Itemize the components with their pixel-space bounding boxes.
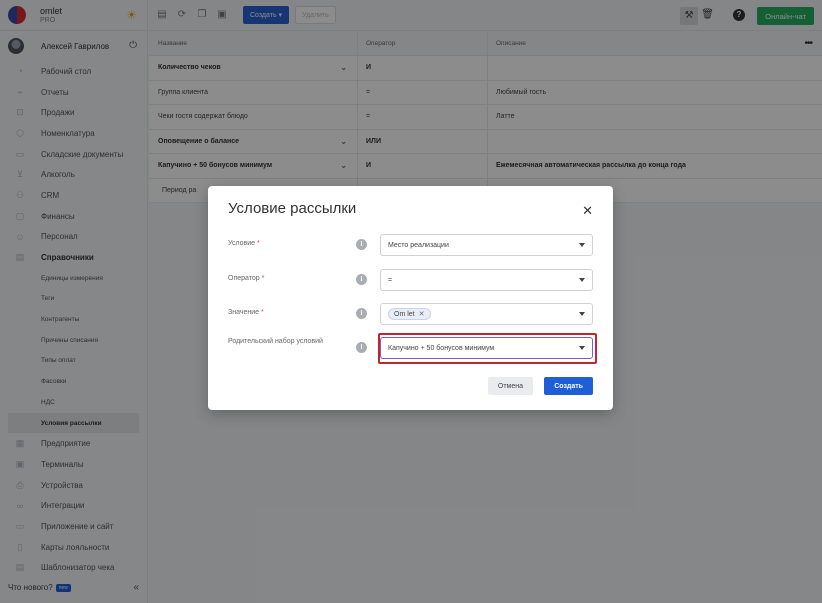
chevron-down-icon [579,278,585,282]
remove-chip-icon[interactable]: ✕ [419,310,425,318]
cancel-button[interactable]: Отмена [487,377,533,395]
chevron-down-icon [579,243,585,247]
info-icon[interactable]: i [356,274,367,285]
condition-select[interactable]: Место реализации [380,234,593,256]
field-operator: Оператор * i = [228,269,593,291]
value-chip-label: Om let [394,310,415,318]
chevron-down-icon [579,312,585,316]
info-icon[interactable]: i [356,308,367,319]
info-icon[interactable]: i [356,342,367,353]
operator-select-value: = [388,276,393,284]
field-value: Значение * i Om let ✕ [228,303,593,325]
field-value-label: Значение * [228,309,264,316]
focus-highlight [378,333,597,364]
info-icon[interactable]: i [356,239,367,250]
value-chip: Om let ✕ [388,308,431,320]
field-condition-label: Условие * [228,240,260,247]
field-condition: Условие * i Место реализации [228,234,593,256]
create-submit-button[interactable]: Создать [544,377,593,395]
condition-modal: Условие рассылки ✕ Условие * i Место реа… [208,186,613,410]
modal-title: Условие рассылки [228,200,357,217]
close-icon[interactable]: ✕ [582,203,593,219]
condition-select-value: Место реализации [388,241,449,249]
value-select[interactable]: Om let ✕ [380,303,593,325]
field-operator-label: Оператор * [228,275,265,282]
operator-select[interactable]: = [380,269,593,291]
field-parent-set-label: Родительский набор условий [228,338,323,345]
